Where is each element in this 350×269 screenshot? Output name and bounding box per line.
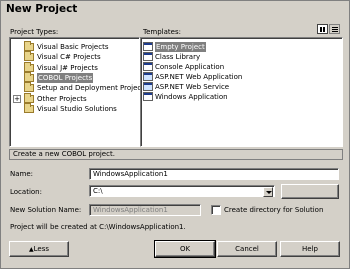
less-button[interactable]: ▲Less <box>9 241 69 257</box>
location-combo[interactable]: C:\ <box>89 185 275 197</box>
project-types-tree[interactable]: Visual Basic Projects Visual C# Projects V… <box>9 37 148 147</box>
project-type-label: Visual C# Projects <box>37 53 101 62</box>
windows-application-icon <box>143 92 153 101</box>
project-type-label: Visual Studio Solutions <box>37 104 117 113</box>
web-service-icon <box>143 82 153 91</box>
solution-name-field[interactable]: WindowsApplication1 <box>89 204 201 216</box>
project-types-label: Project Types: <box>10 28 59 36</box>
project-type-label: Other Projects <box>37 94 87 103</box>
name-label: Name: <box>10 170 34 178</box>
folder-icon <box>24 92 34 103</box>
dialog-title: New Project <box>6 3 78 15</box>
location-dropdown-button[interactable] <box>263 187 273 197</box>
folder-icon <box>24 102 34 113</box>
new-project-dialog: New Project Project Types: Templates: Vi… <box>0 0 350 269</box>
create-directory-label: Create directory for Solution <box>224 206 324 214</box>
help-button[interactable]: Help <box>280 241 340 257</box>
project-type-label: Setup and Deployment Projects <box>37 84 148 93</box>
console-application-icon <box>143 62 153 71</box>
class-library-icon <box>143 52 153 61</box>
create-directory-checkbox[interactable] <box>211 205 221 215</box>
template-label: Class Library <box>155 53 201 61</box>
templates-label: Templates: <box>143 28 181 36</box>
location-label: Location: <box>10 188 42 196</box>
folder-icon <box>24 82 34 93</box>
description-box: Create a new COBOL project. <box>9 149 343 160</box>
template-label: Empty Project <box>155 42 206 52</box>
project-location-info: Project will be created at C:\WindowsApp… <box>10 223 186 231</box>
template-label: ASP.NET Web Service <box>155 83 230 91</box>
less-button-label: Less <box>33 245 49 253</box>
template-label: Console Application <box>155 63 225 71</box>
web-application-icon <box>143 72 153 81</box>
browse-button[interactable] <box>281 184 339 199</box>
name-field[interactable]: WindowsApplication1 <box>89 168 339 180</box>
small-icons-view-button[interactable] <box>329 24 340 34</box>
project-type-label: Visual Basic Projects <box>37 43 109 51</box>
description-text: Create a new COBOL project. <box>13 150 115 158</box>
expand-icon[interactable]: + <box>13 94 21 103</box>
folder-icon <box>24 61 34 72</box>
location-value: C:\ <box>93 187 103 195</box>
solution-name-label: New Solution Name: <box>10 206 82 214</box>
template-label: Windows Application <box>155 93 228 101</box>
templates-list[interactable]: Empty Project Class Library Console Applic… <box>140 37 343 147</box>
project-type-label: COBOL Projects <box>37 72 94 83</box>
folder-icon <box>24 41 34 51</box>
large-icons-view-button[interactable] <box>317 24 328 34</box>
title-bar[interactable]: New Project <box>2 2 348 18</box>
folder-icon <box>24 71 34 82</box>
project-type-label: Visual J# Projects <box>37 63 98 72</box>
template-label: ASP.NET Web Application <box>155 73 243 81</box>
ok-button[interactable]: OK <box>154 240 216 258</box>
empty-project-icon <box>143 42 153 51</box>
cancel-button[interactable]: Cancel <box>217 241 277 257</box>
folder-icon <box>24 51 34 62</box>
